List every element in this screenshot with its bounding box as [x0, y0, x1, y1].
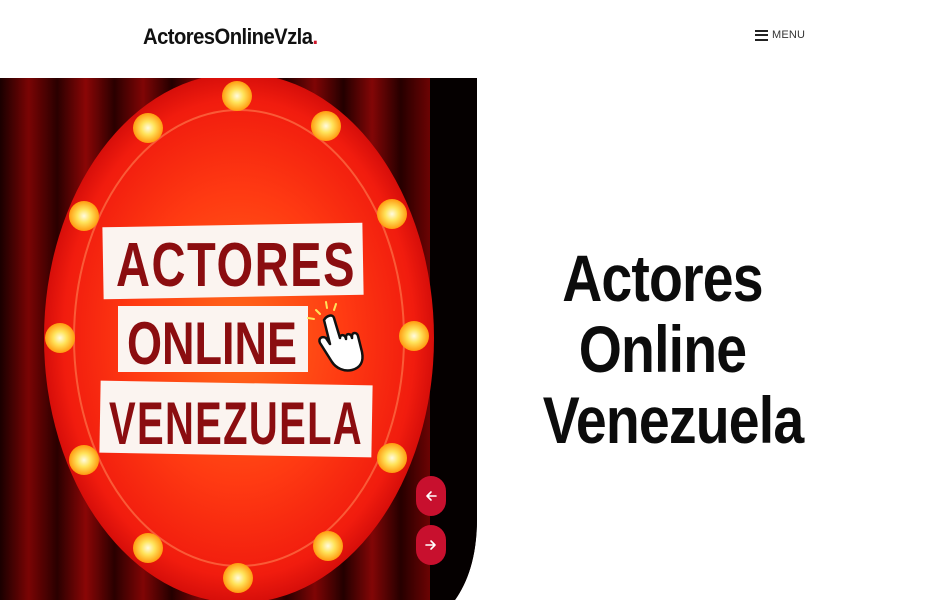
prev-slide-button[interactable]	[416, 476, 446, 516]
logo-text: ActoresOnlineVzla	[143, 24, 313, 49]
site-logo[interactable]: ActoresOnlineVzla.	[143, 24, 318, 50]
arrow-right-icon	[425, 540, 436, 550]
image-line-actores: ACTORES	[116, 231, 356, 300]
hero-image: ACTORES ONLINE VENEZUELA	[0, 78, 477, 600]
menu-label: MENU	[772, 29, 806, 41]
image-line-venezuela: VENEZUELA	[109, 390, 363, 457]
site-header: ActoresOnlineVzla. MENU	[0, 0, 950, 78]
hamburger-icon	[755, 29, 768, 41]
next-slide-button[interactable]	[416, 525, 446, 565]
image-line-online: ONLINE	[127, 310, 297, 377]
hero-title: Actores Online Venezuela	[542, 241, 804, 457]
menu-button[interactable]: MENU	[755, 29, 805, 41]
arrow-left-icon	[426, 491, 437, 501]
logo-dot: .	[312, 24, 318, 49]
